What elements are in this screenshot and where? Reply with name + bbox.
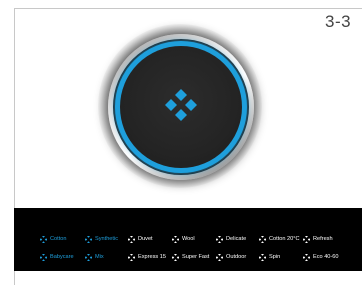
four-diamond-icon (165, 89, 197, 121)
program-duvet[interactable]: Duvet (128, 235, 153, 243)
four-diamond-icon (85, 235, 92, 243)
program-label: Mix (95, 254, 104, 260)
four-diamond-icon (303, 235, 310, 243)
program-label: Outdoor (226, 254, 247, 260)
program-label: Super Fast (182, 254, 210, 260)
program-label: Wool (182, 236, 195, 242)
program-babycare[interactable]: Babycare (40, 253, 74, 261)
program-label: Cotton (50, 236, 67, 242)
program-synthetic[interactable]: Synthetic (85, 235, 118, 243)
program-label: Delicate (226, 236, 247, 242)
program-delicate[interactable]: Delicate (216, 235, 246, 243)
four-diamond-icon (259, 253, 266, 261)
program-outdoor[interactable]: Outdoor (216, 253, 246, 261)
four-diamond-icon (259, 235, 266, 243)
program-refresh[interactable]: Refresh (303, 235, 333, 243)
program-label: Refresh (313, 236, 333, 242)
program-spin[interactable]: Spin (259, 253, 280, 261)
program-wool[interactable]: Wool (172, 235, 195, 243)
program-panel: Cotton Synthetic Duvet Wool Delicate Cot… (14, 208, 362, 271)
page-label: 3-3 (325, 12, 352, 31)
program-eco-40-60[interactable]: Eco 40-60 (303, 253, 339, 261)
program-mix[interactable]: Mix (85, 253, 104, 261)
four-diamond-icon (40, 235, 47, 243)
four-diamond-icon (40, 253, 47, 261)
program-label: Eco 40-60 (313, 254, 339, 260)
four-diamond-icon (172, 253, 179, 261)
program-express-15[interactable]: Express 15 (128, 253, 166, 261)
program-label: Spin (269, 254, 281, 260)
program-label: Express 15 (138, 254, 166, 260)
program-label: Synthetic (95, 236, 119, 242)
four-diamond-icon (128, 235, 135, 243)
program-label: Cotton 20°C (269, 236, 300, 242)
program-label: Duvet (138, 236, 153, 242)
four-diamond-icon (172, 235, 179, 243)
four-diamond-icon (216, 235, 223, 243)
four-diamond-icon (85, 253, 92, 261)
four-diamond-icon (216, 253, 223, 261)
four-diamond-icon (303, 253, 310, 261)
program-cotton-20[interactable]: Cotton 20°C (259, 235, 300, 243)
program-cotton[interactable]: Cotton (40, 235, 66, 243)
four-diamond-icon (128, 253, 135, 261)
program-label: Babycare (50, 254, 74, 260)
program-super-fast[interactable]: Super Fast (172, 253, 209, 261)
